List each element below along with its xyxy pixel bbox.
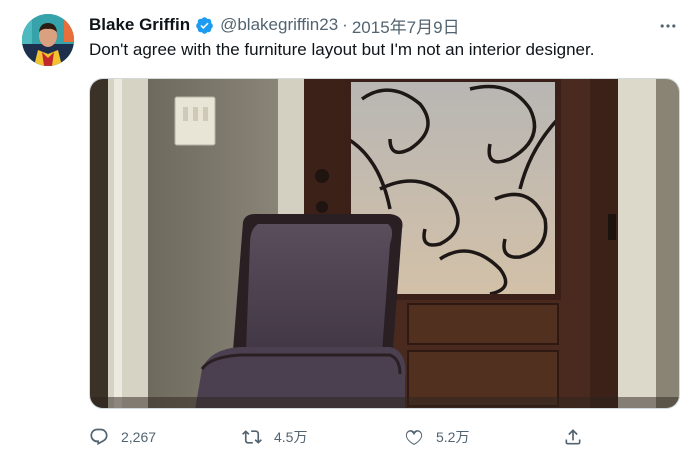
author-name[interactable]: Blake Griffin [89,15,190,35]
like-button[interactable]: 5.2万 [404,423,469,451]
tweet-actions: 2,267 4.5万 5.2万 [89,423,584,451]
like-count: 5.2万 [436,429,470,445]
reply-icon [90,428,108,446]
verified-badge-icon [195,16,214,35]
tweet-header: Blake Griffin @blakegriffin23 · 2015年7月9… [89,13,460,37]
separator-dot: · [342,15,348,34]
reply-count: 2,267 [121,429,157,445]
tweet-date[interactable]: 2015年7月9日 [352,13,460,38]
tweet[interactable]: Blake Griffin @blakegriffin23 · 2015年7月9… [0,0,700,465]
share-icon [565,429,581,445]
retweet-count: 4.5万 [274,429,308,445]
reply-button[interactable]: 2,267 [89,423,156,451]
more-icon[interactable] [656,14,680,38]
tweet-photo[interactable] [89,78,680,409]
avatar[interactable] [22,14,74,66]
retweet-icon [242,430,262,444]
heart-icon [405,430,423,446]
share-button[interactable] [563,423,583,451]
retweet-button[interactable]: 4.5万 [242,423,307,451]
tweet-text: Don't agree with the furniture layout bu… [89,40,595,59]
author-handle[interactable]: @blakegriffin23 [220,15,338,35]
